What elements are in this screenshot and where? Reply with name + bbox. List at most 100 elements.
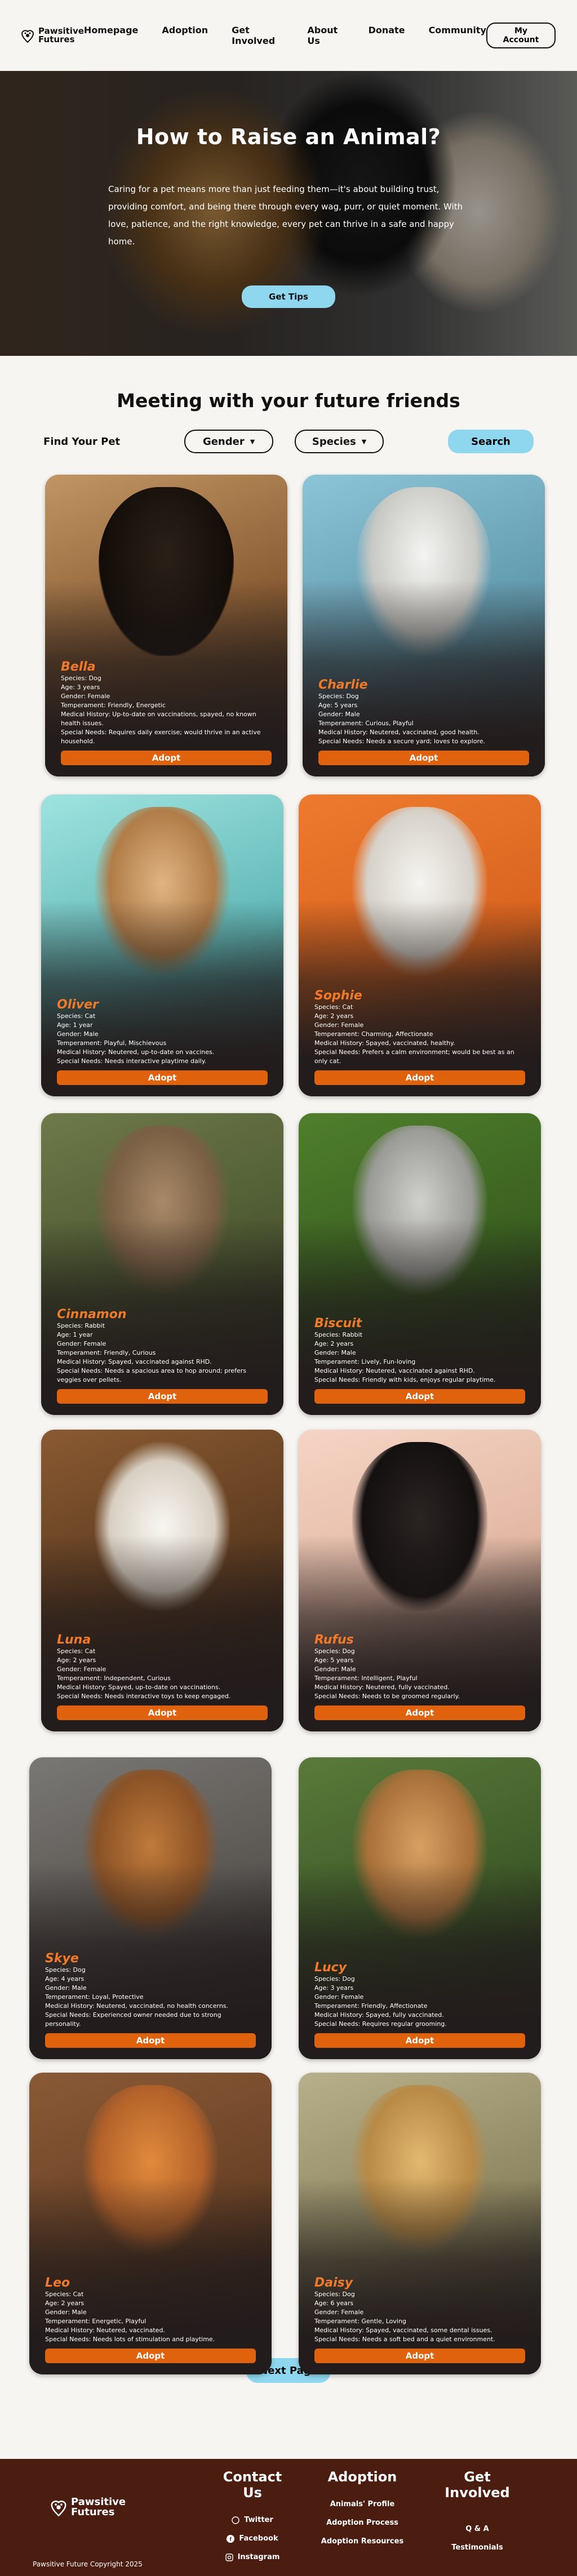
pet-species: Species: Cat: [57, 1012, 96, 1020]
brand-logo[interactable]: Pawsitive Futures: [21, 27, 84, 44]
footer-link-animals-profile[interactable]: Animals' Profile: [320, 2495, 405, 2514]
pet-name: Cinnamon: [57, 1307, 127, 1322]
nav-link-get-involved[interactable]: Get Involved: [232, 25, 283, 46]
pet-card-grid: Bella Species: Dog Age: 3 years Gender: …: [0, 475, 577, 2374]
pet-age: Age: 3 years: [314, 1984, 354, 1992]
pet-card-charlie: Charlie Species: Dog Age: 5 years Gender…: [303, 475, 545, 776]
site-footer: Pawsitive Futures Contact Us Twitter f F…: [0, 2459, 577, 2576]
gender-dropdown[interactable]: Gender ▼: [184, 430, 274, 453]
pet-info: Oliver Species: Cat Age: 1 year Gender: …: [57, 999, 268, 1066]
pet-medical-history: Medical History: Up-to-date on vaccinati…: [61, 711, 256, 727]
pet-medical-history: Medical History: Spayed, vaccinated agai…: [57, 1358, 212, 1365]
hero-description: Caring for a pet means more than just fe…: [108, 184, 463, 247]
pet-gender: Gender: Male: [45, 1984, 87, 1992]
section-title: Meeting with your future friends: [117, 390, 460, 412]
pet-card-cinnamon: Cinnamon Species: Rabbit Age: 1 year Gen…: [41, 1113, 283, 1415]
main-nav: Homepage Adoption Get Involved About Us …: [84, 25, 486, 46]
pet-info: Leo Species: Cat Age: 2 years Gender: Ma…: [45, 2277, 256, 2344]
footer-brand-line2: Futures: [71, 2506, 115, 2518]
footer-logo[interactable]: Pawsitive Futures: [51, 2497, 126, 2517]
footer-link-qa[interactable]: Q & A: [429, 2520, 525, 2538]
caret-down-icon: ▼: [250, 437, 255, 445]
pet-special-needs: Special Needs: Needs lots of stimulation…: [45, 2336, 215, 2343]
adopt-button[interactable]: Adopt: [314, 2033, 525, 2048]
adopt-button[interactable]: Adopt: [57, 1070, 268, 1085]
pet-medical-history: Medical History: Spayed, vaccinated, hea…: [314, 1039, 455, 1047]
pet-temperament: Temperament: Energetic, Playful: [45, 2318, 147, 2325]
pet-card-daisy: Daisy Species: Dog Age: 6 years Gender: …: [299, 2073, 541, 2374]
nav-link-about-us[interactable]: About Us: [307, 25, 344, 46]
pet-gender: Gender: Female: [314, 1021, 364, 1029]
pet-info: Daisy Species: Dog Age: 6 years Gender: …: [314, 2276, 525, 2344]
pet-species: Species: Cat: [45, 2291, 84, 2298]
footer-link-testimonials[interactable]: Testimonials: [429, 2538, 525, 2557]
pet-gender: Gender: Female: [57, 1340, 106, 1347]
pet-gender: Gender: Male: [318, 711, 360, 718]
pet-name: Charlie: [318, 678, 368, 692]
pet-info: Rufus Species: Dog Age: 5 years Gender: …: [314, 1634, 525, 1701]
pet-species: Species: Dog: [314, 1648, 355, 1655]
pet-species: Species: Rabbit: [57, 1322, 105, 1329]
pet-species: Species: Cat: [57, 1648, 96, 1655]
nav-link-donate[interactable]: Donate: [369, 25, 405, 46]
filter-group: Gender ▼ Species ▼: [184, 430, 384, 453]
pet-name: Daisy: [314, 2276, 353, 2290]
facebook-icon: f: [227, 2534, 235, 2543]
pet-card-rufus: Rufus Species: Dog Age: 5 years Gender: …: [299, 1430, 541, 1731]
pet-special-needs: Special Needs: Needs to be groomed regul…: [314, 1693, 460, 1700]
pet-special-needs: Special Needs: Needs interactive playtim…: [57, 1057, 207, 1065]
adopt-button[interactable]: Adopt: [314, 1389, 525, 1404]
pet-special-needs: Special Needs: Experienced owner needed …: [45, 2011, 221, 2028]
footer-link-adoption-resources[interactable]: Adoption Resources: [320, 2532, 405, 2551]
pet-gender: Gender: Male: [314, 1349, 356, 1356]
nav-link-adoption[interactable]: Adoption: [162, 25, 208, 46]
pet-special-needs: Special Needs: Requires daily exercise; …: [61, 729, 261, 745]
my-account-button[interactable]: My Account: [486, 23, 556, 48]
adopt-button[interactable]: Adopt: [45, 2349, 256, 2363]
pet-species: Species: Cat: [314, 1003, 353, 1011]
adopt-button[interactable]: Adopt: [57, 1389, 268, 1404]
pet-card-lucy: Lucy Species: Dog Age: 3 years Gender: F…: [299, 1757, 541, 2059]
pet-special-needs: Special Needs: Needs a soft bed and a qu…: [314, 2336, 495, 2343]
adopt-button[interactable]: Adopt: [314, 2349, 525, 2363]
footer-contact-column: Contact Us Twitter f Facebook Instagram: [213, 2469, 292, 2566]
paw-heart-icon: [21, 30, 34, 43]
search-button[interactable]: Search: [448, 430, 534, 453]
pet-age: Age: 2 years: [314, 1012, 354, 1020]
adopt-button[interactable]: Adopt: [57, 1706, 268, 1720]
footer-twitter-link[interactable]: Twitter: [213, 2511, 292, 2529]
pet-info: Charlie Species: Dog Age: 5 years Gender…: [318, 678, 529, 746]
pet-card-oliver: Oliver Species: Cat Age: 1 year Gender: …: [41, 794, 283, 1096]
pet-name: Bella: [61, 660, 96, 674]
pet-name: Biscuit: [314, 1316, 362, 1331]
footer-facebook-link[interactable]: f Facebook: [213, 2529, 292, 2548]
pet-gender: Gender: Female: [314, 2309, 364, 2316]
nav-link-community[interactable]: Community: [429, 25, 486, 46]
footer-instagram-link[interactable]: Instagram: [213, 2548, 292, 2566]
pet-temperament: Temperament: Playful, Mischievous: [57, 1039, 167, 1047]
pet-age: Age: 2 years: [57, 1657, 96, 1664]
pet-gender: Gender: Female: [57, 1666, 106, 1673]
adopt-button[interactable]: Adopt: [318, 751, 529, 765]
adopt-button[interactable]: Adopt: [61, 751, 272, 765]
species-dropdown[interactable]: Species ▼: [295, 430, 384, 453]
instagram-label: Instagram: [237, 2553, 280, 2561]
footer-link-adoption-process[interactable]: Adoption Process: [320, 2514, 405, 2532]
adopt-button[interactable]: Adopt: [45, 2033, 256, 2048]
gender-dropdown-label: Gender: [202, 435, 245, 448]
footer-spacer: [429, 2511, 525, 2520]
caret-down-icon: ▼: [361, 437, 367, 445]
pet-age: Age: 5 years: [318, 702, 358, 709]
adopt-button[interactable]: Adopt: [314, 1070, 525, 1085]
pet-card-leo: Leo Species: Cat Age: 2 years Gender: Ma…: [29, 2073, 272, 2374]
pet-species: Species: Dog: [314, 2291, 355, 2298]
pet-info: Luna Species: Cat Age: 2 years Gender: F…: [57, 1634, 268, 1701]
get-tips-button[interactable]: Get Tips: [242, 285, 335, 308]
pet-temperament: Temperament: Gentle, Loving: [314, 2318, 406, 2325]
pet-card-sophie: Sophie Species: Cat Age: 2 years Gender:…: [299, 794, 541, 1096]
pet-medical-history: Medical History: Neutered, vaccinated.: [45, 2327, 165, 2334]
adopt-button[interactable]: Adopt: [314, 1706, 525, 1720]
footer-contact-title: Contact Us: [223, 2469, 282, 2501]
nav-link-homepage[interactable]: Homepage: [84, 25, 138, 46]
twitter-label: Twitter: [244, 2516, 273, 2524]
